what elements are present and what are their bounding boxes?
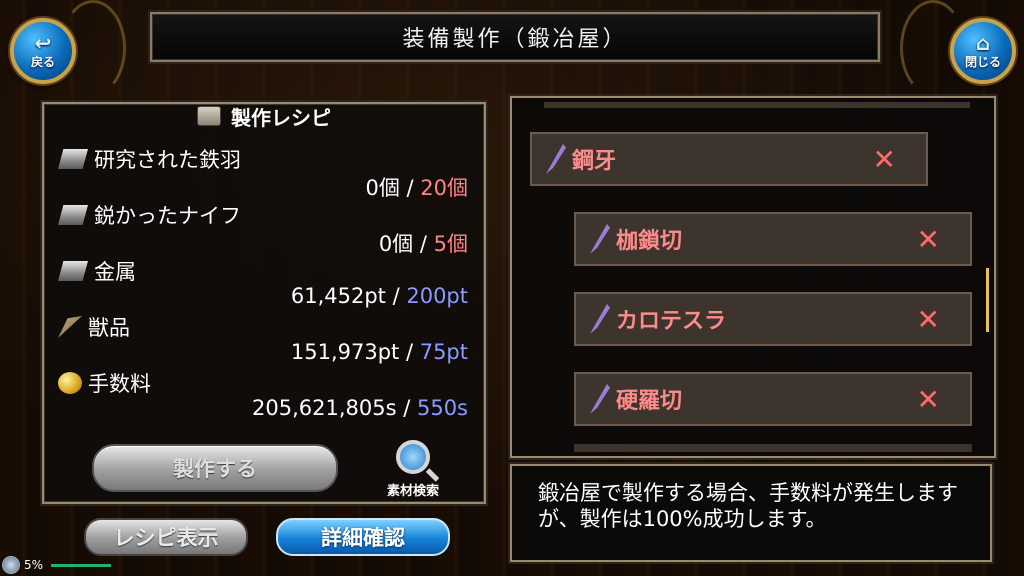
material-quantity: 0個 / 20個 <box>365 172 468 202</box>
magnifier-icon <box>396 440 430 474</box>
close-button[interactable]: ⌂ 閉じる <box>950 18 1016 84</box>
material-quantity: 0個 / 5個 <box>379 228 468 258</box>
owned-count: 205,621,805s <box>251 396 397 420</box>
list-item[interactable]: カロテスラ ✕ <box>574 292 972 346</box>
ingot-icon <box>58 149 88 169</box>
battery-icon <box>2 556 20 574</box>
recipe-panel-title: 製作レシピ <box>231 105 331 130</box>
equipment-name: 硬羅切 <box>616 389 683 414</box>
info-message-panel: 鍛冶屋で製作する場合、手数料が発生しますが、製作は100%成功します。 <box>510 464 992 562</box>
battery-level: 5% <box>24 558 44 572</box>
owned-count: 151,973pt <box>290 340 400 364</box>
required-count: 75pt <box>419 340 468 364</box>
status-indicator: 5% <box>2 556 112 574</box>
list-scrollbar[interactable] <box>986 268 989 332</box>
unavailable-icon: ✕ <box>916 302 940 336</box>
unavailable-icon: ✕ <box>872 142 896 176</box>
material-search-label: 素材検索 <box>386 484 439 499</box>
material-name: 研究された鉄羽 <box>58 144 241 174</box>
sword-icon <box>590 224 610 254</box>
material-label: 研究された鉄羽 <box>94 148 241 172</box>
equipment-name: 鋼牙 <box>572 149 617 174</box>
owned-count: 0個 <box>365 176 400 200</box>
material-name: 金属 <box>58 256 136 286</box>
material-name: 手数料 <box>58 368 151 398</box>
equipment-name: 枷鎖切 <box>616 229 683 254</box>
material-label: 金属 <box>94 260 136 284</box>
ingot-icon <box>58 261 88 281</box>
material-quantity: 205,621,805s / 550s <box>252 396 468 420</box>
equipment-name: カロテスラ <box>616 309 727 334</box>
owned-count: 61,452pt <box>290 284 386 308</box>
list-bottom-edge <box>574 444 972 452</box>
material-name: 獣品 <box>58 312 130 342</box>
required-count: 5個 <box>433 232 468 256</box>
material-quantity: 61,452pt / 200pt <box>291 284 468 308</box>
fang-icon <box>58 316 82 338</box>
quantity-separator: / <box>399 176 421 200</box>
quantity-separator: / <box>385 284 407 308</box>
list-item[interactable]: 枷鎖切 ✕ <box>574 212 972 266</box>
required-count: 550s <box>416 396 468 420</box>
list-top-edge <box>544 102 970 108</box>
back-arrow-icon: ↩ <box>34 30 52 55</box>
material-row: 鋭かったナイフ 0個 / 5個 <box>58 200 468 256</box>
sword-icon <box>546 144 566 174</box>
material-quantity: 151,973pt / 75pt <box>291 340 468 364</box>
material-row: 金属 61,452pt / 200pt <box>58 256 468 312</box>
battery-bar <box>51 563 112 567</box>
recipe-view-label: レシピ表示 <box>113 526 219 550</box>
quantity-separator: / <box>396 396 417 420</box>
unavailable-icon: ✕ <box>916 382 940 416</box>
sword-icon <box>590 304 610 334</box>
detail-confirm-label: 詳細確認 <box>321 526 405 550</box>
ingot-icon <box>58 205 88 225</box>
list-item[interactable]: 硬羅切 ✕ <box>574 372 972 426</box>
sword-icon <box>590 384 610 414</box>
material-row: 獣品 151,973pt / 75pt <box>58 312 468 368</box>
material-name: 鋭かったナイフ <box>58 200 241 230</box>
back-button[interactable]: ↩ 戻る <box>10 18 76 84</box>
material-label: 鋭かったナイフ <box>94 204 241 228</box>
page-title: 装備製作（鍛冶屋） <box>402 27 628 52</box>
material-search-button[interactable]: 素材検索 <box>368 440 458 499</box>
recipe-book-icon <box>197 106 221 126</box>
required-count: 20個 <box>420 176 468 200</box>
list-item[interactable]: 鋼牙 ✕ <box>530 132 928 186</box>
info-message: 鍛冶屋で製作する場合、手数料が発生しますが、製作は100%成功します。 <box>538 481 958 531</box>
recipe-view-button[interactable]: レシピ表示 <box>84 518 248 556</box>
title-bar: 装備製作（鍛冶屋） <box>150 12 880 62</box>
quantity-separator: / <box>399 340 420 364</box>
material-row: 手数料 205,621,805s / 550s <box>58 368 468 424</box>
equipment-list-panel: 鋼牙 ✕ 枷鎖切 ✕ カロテスラ ✕ 硬羅切 ✕ <box>510 96 996 458</box>
unavailable-icon: ✕ <box>916 222 940 256</box>
craft-button-label: 製作する <box>173 457 257 481</box>
recipe-panel: 製作レシピ 研究された鉄羽 0個 / 20個 鋭かったナイフ 0個 / 5個 金… <box>42 102 486 504</box>
craft-button[interactable]: 製作する <box>92 444 338 492</box>
coin-icon <box>58 372 82 394</box>
detail-confirm-button[interactable]: 詳細確認 <box>276 518 450 556</box>
material-label: 獣品 <box>88 316 130 340</box>
quantity-separator: / <box>413 232 434 256</box>
recipe-panel-header: 製作レシピ <box>44 104 484 130</box>
material-row: 研究された鉄羽 0個 / 20個 <box>58 144 468 200</box>
required-count: 200pt <box>406 284 468 308</box>
close-button-label: 閉じる <box>964 54 1001 69</box>
back-button-label: 戻る <box>30 54 55 69</box>
material-label: 手数料 <box>88 372 151 396</box>
home-icon: ⌂ <box>975 30 991 55</box>
owned-count: 0個 <box>378 232 414 256</box>
